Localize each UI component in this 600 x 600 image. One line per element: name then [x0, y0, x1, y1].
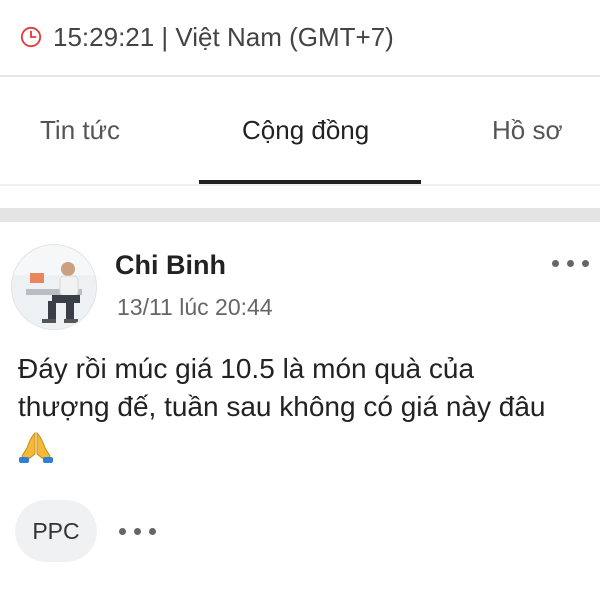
author-name[interactable]: Chi Binh — [115, 250, 226, 281]
tab-news[interactable]: Tin tức — [40, 115, 120, 146]
community-post: Chi Binh 13/11 lúc 20:44 Đáy rồi múc giá… — [0, 222, 600, 600]
folded-hands-icon — [19, 431, 53, 463]
stock-tag-chip[interactable]: PPC — [15, 500, 97, 562]
post-text-line: thượng đế, tuần sau không có giá này đâu — [18, 391, 546, 422]
feed-separator — [0, 208, 600, 222]
tab-community[interactable]: Cộng đồng — [242, 115, 369, 146]
post-timestamp: 13/11 lúc 20:44 — [117, 294, 273, 320]
more-options-icon[interactable] — [548, 256, 594, 272]
avatar[interactable] — [11, 244, 97, 330]
tab-bar: Tin tức Cộng đồng Hồ sơ — [0, 77, 600, 187]
post-content: Đáy rồi múc giá 10.5 là món quà của thượ… — [18, 350, 593, 464]
avatar-image — [12, 245, 96, 329]
post-text-line: Đáy rồi múc giá 10.5 là món quà của — [18, 353, 475, 384]
clock-icon — [20, 26, 42, 48]
more-options-icon[interactable] — [115, 524, 161, 540]
tab-profile[interactable]: Hồ sơ — [492, 115, 563, 146]
tab-bar-shadow — [0, 184, 600, 186]
timezone-bar: 15:29:21 | Việt Nam (GMT+7) — [0, 0, 600, 76]
time-zone-text: 15:29:21 | Việt Nam (GMT+7) — [53, 22, 394, 52]
